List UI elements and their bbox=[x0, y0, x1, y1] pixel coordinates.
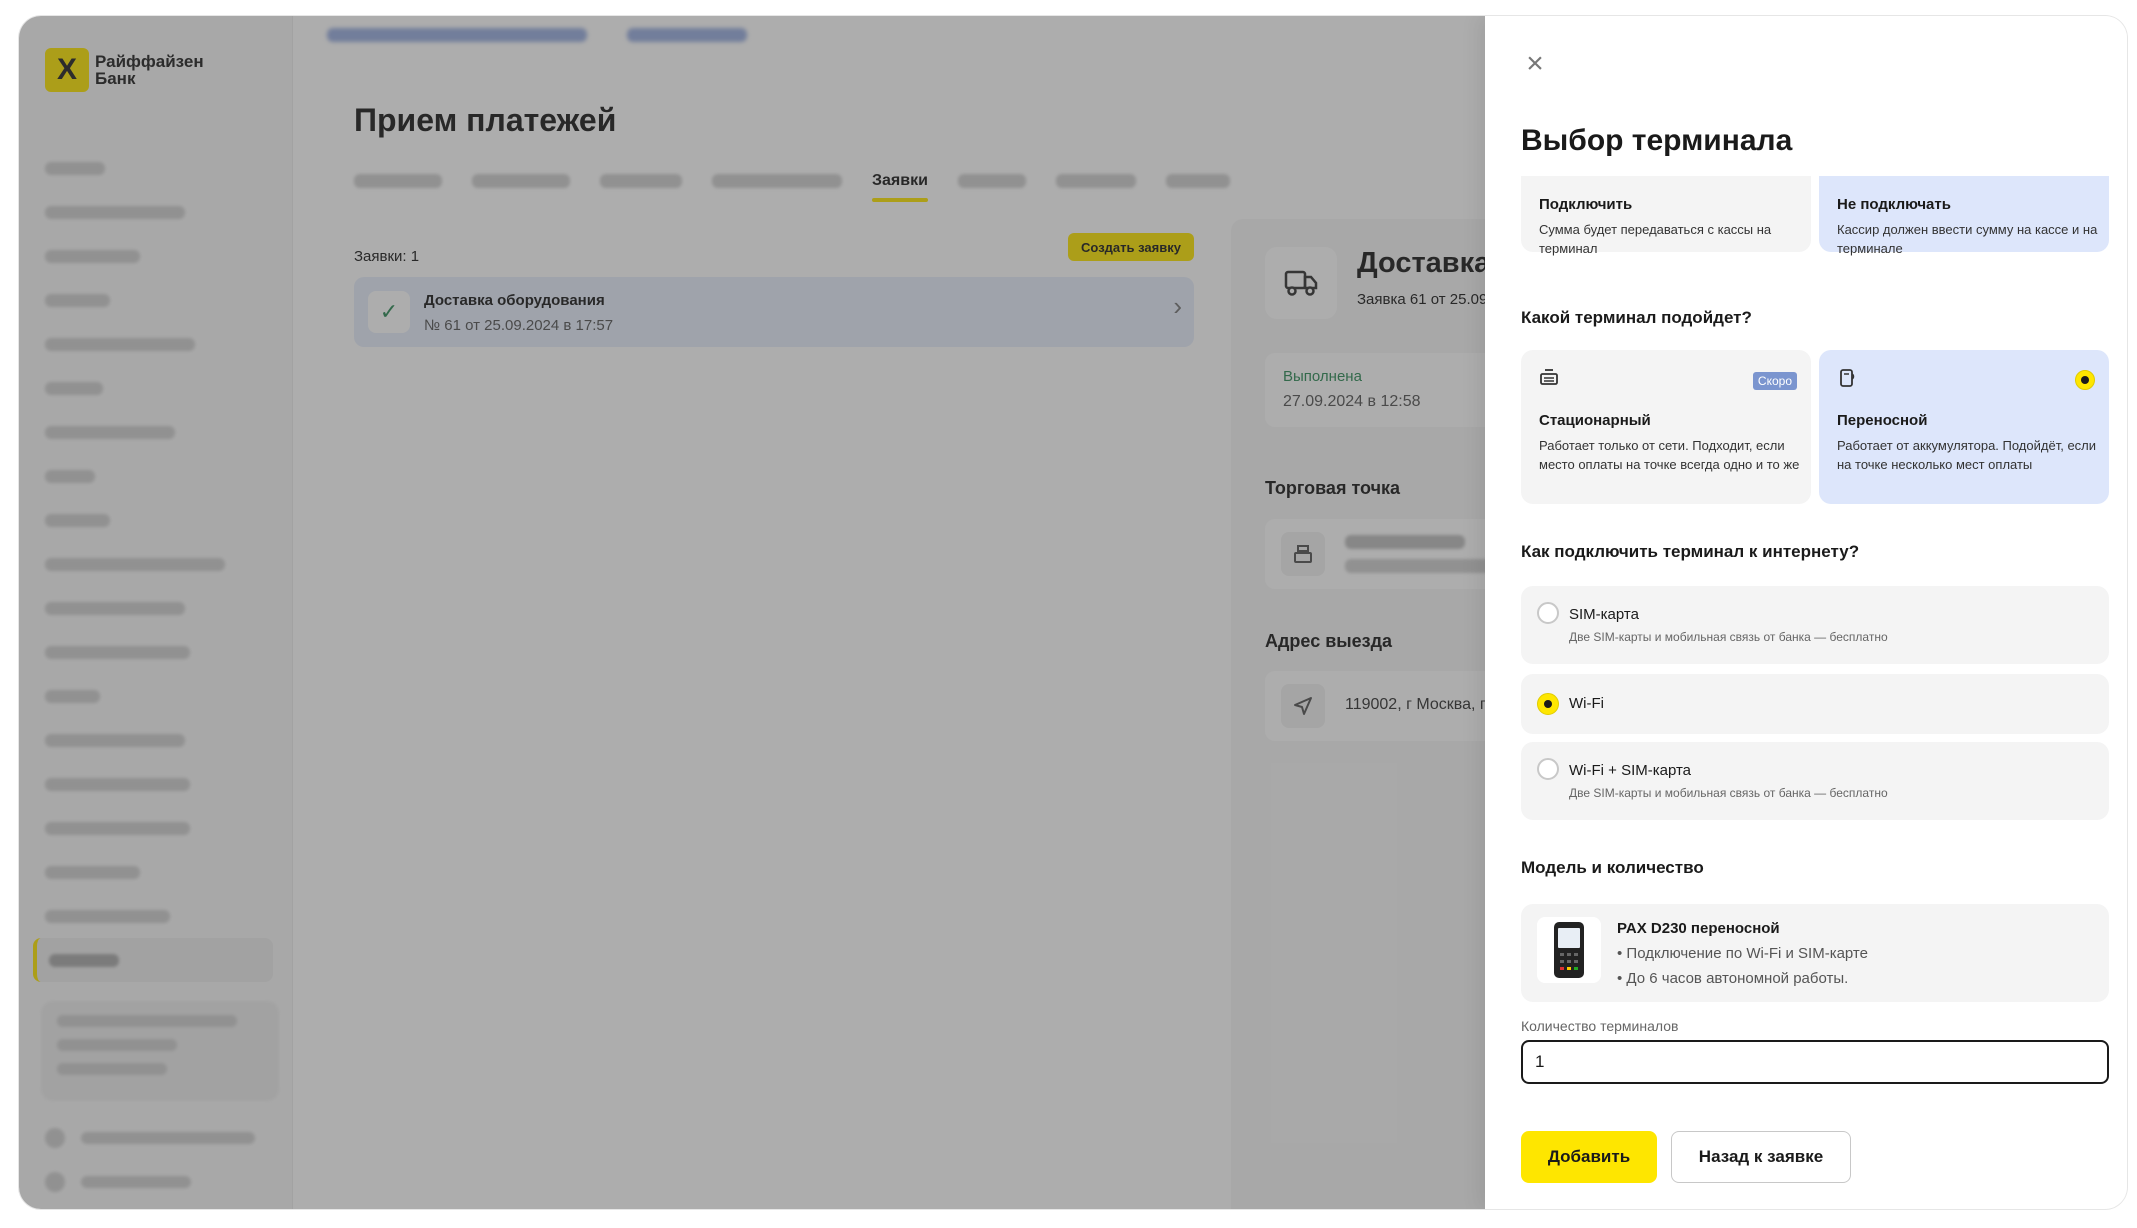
card-desc: Кассир должен ввести сумму на кассе и на… bbox=[1837, 222, 2098, 256]
portable-terminal-icon bbox=[1837, 368, 1857, 388]
stationary-terminal-icon bbox=[1539, 368, 1559, 388]
quantity-input[interactable] bbox=[1521, 1040, 2109, 1084]
terminal-selection-drawer: × Выбор терминала Подключить Сумма будет… bbox=[1485, 16, 2127, 1209]
card-desc: Работает от аккумулятора. Подойдёт, если… bbox=[1837, 438, 2097, 472]
option-card-dont-connect[interactable]: Не подключать Кассир должен ввести сумму… bbox=[1819, 176, 2109, 256]
option-card-connect[interactable]: Подключить Сумма будет передаваться с ка… bbox=[1521, 176, 1811, 256]
model-card: PAX D230 переносной • Подключение по Wi-… bbox=[1521, 904, 2109, 1002]
option-label: Wi-Fi bbox=[1569, 695, 1604, 712]
quantity-label: Количество терминалов bbox=[1521, 1018, 1679, 1034]
drawer-title: Выбор терминала bbox=[1521, 124, 1793, 157]
model-feature: • Подключение по Wi-Fi и SIM-карте bbox=[1617, 945, 1868, 962]
internet-option-wifi-sim[interactable]: Wi-Fi + SIM-карта Две SIM-карты и мобиль… bbox=[1521, 742, 2109, 820]
card-title: Не подключать bbox=[1837, 196, 1951, 213]
option-sublabel: Две SIM-карты и мобильная связь от банка… bbox=[1569, 786, 1888, 800]
modal-backdrop[interactable] bbox=[19, 16, 1485, 1209]
drawer-scroll-area[interactable]: Подключить Сумма будет передаваться с ка… bbox=[1521, 176, 2109, 1116]
radio-button[interactable] bbox=[1537, 758, 1559, 780]
option-sublabel: Две SIM-карты и мобильная связь от банка… bbox=[1569, 630, 1888, 644]
radio-button[interactable] bbox=[1537, 602, 1559, 624]
soon-badge: Скоро bbox=[1752, 372, 1797, 390]
terminal-card-stationary[interactable]: Скоро Стационарный Работает только от се… bbox=[1521, 350, 1811, 504]
internet-option-wifi[interactable]: Wi-Fi bbox=[1521, 674, 2109, 734]
card-title: Подключить bbox=[1539, 196, 1633, 213]
app-window: X Райффайзен Банк Прием платежей Заявки … bbox=[19, 16, 2127, 1209]
card-desc: Работает только от сети. Подходит, если … bbox=[1539, 438, 1800, 472]
terminal-types: Скоро Стационарный Работает только от се… bbox=[1521, 350, 2109, 504]
terminal-device-image bbox=[1537, 917, 1601, 983]
add-button[interactable]: Добавить bbox=[1521, 1131, 1657, 1183]
terminal-question: Какой терминал подойдет? bbox=[1521, 308, 1752, 327]
internet-option-sim[interactable]: SIM-карта Две SIM-карты и мобильная связ… bbox=[1521, 586, 2109, 664]
close-icon[interactable]: × bbox=[1521, 49, 1549, 79]
card-title: Стационарный bbox=[1539, 412, 1651, 429]
model-feature: • До 6 часов автономной работы. bbox=[1617, 970, 1849, 987]
card-title: Переносной bbox=[1837, 412, 1928, 429]
terminal-card-portable[interactable]: Переносной Работает от аккумулятора. Под… bbox=[1819, 350, 2109, 504]
model-heading: Модель и количество bbox=[1521, 858, 1704, 877]
model-name: PAX D230 переносной bbox=[1617, 920, 1780, 937]
option-label: SIM-карта bbox=[1569, 606, 1639, 623]
back-to-request-button[interactable]: Назад к заявке bbox=[1671, 1131, 1851, 1183]
selected-radio bbox=[2075, 370, 2095, 390]
amount-options: Подключить Сумма будет передаваться с ка… bbox=[1521, 176, 2109, 256]
card-desc: Сумма будет передаваться с кассы на терм… bbox=[1539, 222, 1772, 256]
internet-question: Как подключить терминал к интернету? bbox=[1521, 542, 1860, 561]
option-label: Wi-Fi + SIM-карта bbox=[1569, 762, 1692, 779]
radio-button-selected[interactable] bbox=[1537, 693, 1559, 715]
